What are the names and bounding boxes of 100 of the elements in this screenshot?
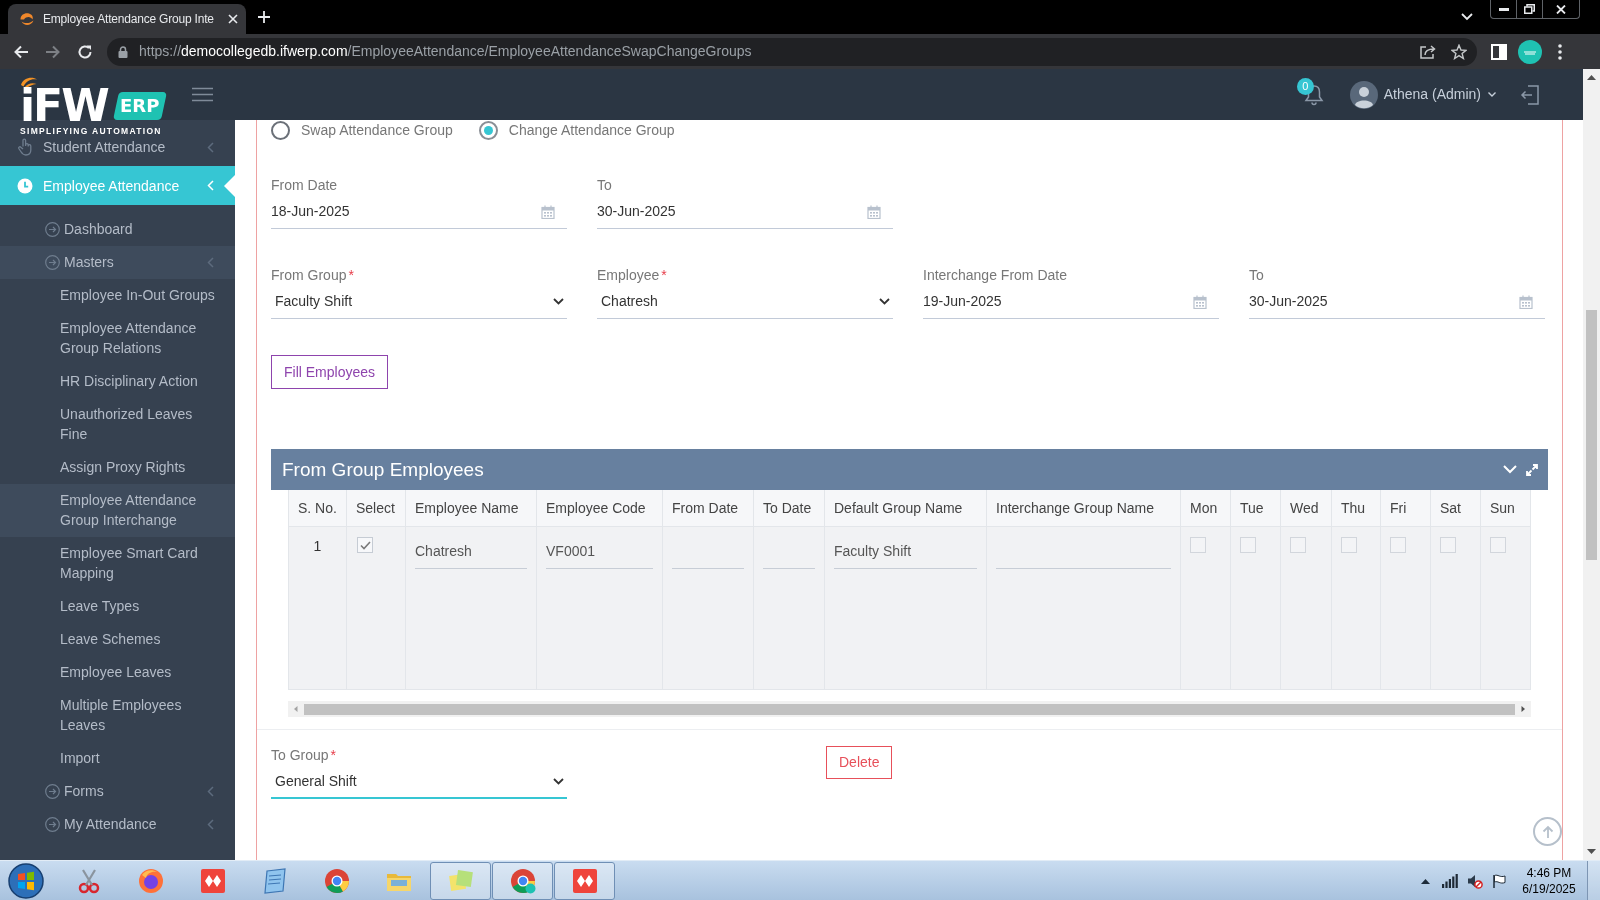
sidebar-item[interactable]: Leave Types	[0, 589, 235, 623]
checkbox[interactable]	[1341, 537, 1357, 553]
column-header: Thu	[1332, 490, 1381, 527]
table-cell: 1	[289, 527, 347, 690]
horizontal-scrollbar[interactable]	[288, 701, 1531, 717]
new-tab-icon[interactable]	[258, 11, 270, 23]
checkmark-icon	[359, 540, 371, 550]
radio-label[interactable]: Swap Attendance Group	[301, 120, 453, 140]
select-field[interactable]: General Shift	[271, 765, 567, 799]
sidebar-item[interactable]: HR Disciplinary Action	[0, 364, 235, 398]
checkbox[interactable]	[1490, 537, 1506, 553]
close-icon[interactable]	[228, 14, 238, 24]
profile-avatar-icon[interactable]	[1518, 39, 1542, 64]
radio-button[interactable]	[271, 120, 290, 140]
date-field[interactable]: 18-Jun-2025	[271, 195, 567, 229]
checkbox[interactable]	[357, 537, 373, 553]
sidebar-item[interactable]: Assign Proxy Rights	[0, 450, 235, 484]
sidebar-item[interactable]: Masters	[0, 245, 235, 279]
delete-button[interactable]: Delete	[826, 746, 893, 779]
star-icon[interactable]	[1451, 43, 1467, 60]
forward-icon[interactable]	[45, 43, 61, 60]
caret-down-icon[interactable]	[1488, 92, 1496, 97]
sidebar-item[interactable]: Employee Leaves	[0, 655, 235, 689]
browser-icon	[322, 866, 351, 895]
vertical-scrollbar[interactable]	[1583, 69, 1600, 860]
scroll-down-icon[interactable]	[1587, 849, 1596, 854]
sidebar-item[interactable]: Employee Attendance Group Relations	[0, 311, 235, 365]
checkbox[interactable]	[1290, 537, 1306, 553]
more-options-icon[interactable]	[1558, 43, 1562, 60]
column-header: Select	[347, 490, 406, 527]
text-field[interactable]: Chatresh	[415, 535, 527, 569]
sidebar-item[interactable]: Leave Schemes	[0, 622, 235, 656]
taskbar-button[interactable]	[554, 861, 615, 900]
browser-tab[interactable]: Employee Attendance Group Inte	[8, 4, 246, 34]
sidebar-item[interactable]: Employee In-Out Groups	[0, 278, 235, 312]
arrow-circle-right-icon	[45, 783, 60, 799]
fill-employees-button[interactable]: Fill Employees	[271, 355, 389, 389]
signal-icon[interactable]	[1442, 873, 1458, 888]
sidebar-item[interactable]: Dashboard	[0, 212, 235, 246]
radio-button[interactable]	[478, 120, 498, 140]
logo-tagline: SIMPLIFYING AUTOMATION	[20, 126, 162, 136]
select-field[interactable]: Chatresh	[597, 285, 893, 319]
date-field[interactable]: 19-Jun-2025	[923, 285, 1219, 319]
checkbox[interactable]	[1190, 537, 1206, 553]
restore-icon[interactable]	[1524, 4, 1535, 14]
clock-icon	[17, 177, 33, 194]
user-name[interactable]: Athena (Admin)	[1383, 84, 1481, 105]
column-header: Mon	[1181, 490, 1231, 527]
pointer-hand-icon	[17, 138, 33, 156]
side-panel-icon[interactable]	[1491, 43, 1507, 60]
text-field[interactable]: Faculty Shift	[834, 535, 977, 569]
bell-icon[interactable]	[1303, 83, 1324, 106]
panel-title: From Group Employees	[282, 457, 484, 482]
sidebar-item[interactable]: My Attendance	[0, 807, 235, 841]
logout-icon[interactable]	[1520, 84, 1540, 105]
flag-icon[interactable]	[1492, 873, 1506, 888]
chevron-down-icon[interactable]	[553, 298, 564, 305]
column-header: Wed	[1281, 490, 1332, 527]
close-window-icon[interactable]	[1556, 4, 1566, 14]
checkbox[interactable]	[1240, 537, 1256, 553]
collapse-icon[interactable]	[1503, 465, 1517, 474]
chevron-down-icon[interactable]	[553, 777, 564, 785]
address-bar[interactable]: https://democollegedb.ifwerp.com/EmployeeAttendance/EmployeeAttendanceSwapChangeGroups	[107, 37, 1477, 66]
caret-up-icon[interactable]	[1421, 877, 1430, 884]
text-field[interactable]: VF0001	[546, 535, 653, 569]
taskbar-button[interactable]	[430, 861, 491, 900]
sidebar-item[interactable]: Employee Attendance Group Interchange	[0, 483, 235, 537]
sidebar-item[interactable]: Import	[0, 741, 235, 775]
lock-icon	[118, 45, 128, 58]
checkbox[interactable]	[1440, 537, 1456, 553]
sidebar-item[interactable]: Employee Smart Card Mapping	[0, 536, 235, 590]
user-avatar-icon[interactable]	[1349, 80, 1378, 109]
sidebar-item[interactable]: Unauthorized Leaves Fine	[0, 397, 235, 451]
scroll-up-icon[interactable]	[1587, 75, 1596, 80]
scrollbar-thumb[interactable]	[1586, 310, 1597, 560]
menu-icon[interactable]	[192, 87, 213, 102]
show-desktop-button[interactable]	[1587, 861, 1600, 900]
date-field[interactable]: 30-Jun-2025	[597, 195, 893, 229]
back-icon[interactable]	[13, 43, 29, 60]
field-label: To Group*	[271, 746, 338, 765]
column-header: Default Group Name	[825, 490, 987, 527]
taskbar-button[interactable]	[492, 861, 553, 900]
checkbox[interactable]	[1390, 537, 1406, 553]
select-field[interactable]: Faculty Shift	[271, 285, 567, 319]
chevron-down-icon[interactable]	[879, 298, 890, 305]
sidebar-item[interactable]: Forms	[0, 774, 235, 808]
arrow-circle-right-icon	[45, 221, 60, 237]
minimize-icon[interactable]	[1498, 7, 1509, 11]
expand-icon[interactable]	[1526, 463, 1538, 476]
clock-time: 4:46 PM	[1526, 864, 1572, 881]
windows-logo-icon[interactable]	[8, 862, 44, 899]
arrow-circle-right-icon	[45, 254, 60, 270]
scrollbar-thumb[interactable]	[304, 703, 1515, 715]
sidebar-item[interactable]: Student Attendance	[0, 137, 235, 166]
radio-label[interactable]: Change Attendance Group	[508, 120, 675, 140]
reload-icon[interactable]	[77, 43, 93, 60]
share-icon[interactable]	[1419, 43, 1437, 60]
date-field[interactable]: 30-Jun-2025	[1249, 285, 1545, 319]
speaker-muted-icon[interactable]	[1467, 872, 1483, 889]
sidebar-item[interactable]: Multiple Employees Leaves	[0, 688, 235, 742]
